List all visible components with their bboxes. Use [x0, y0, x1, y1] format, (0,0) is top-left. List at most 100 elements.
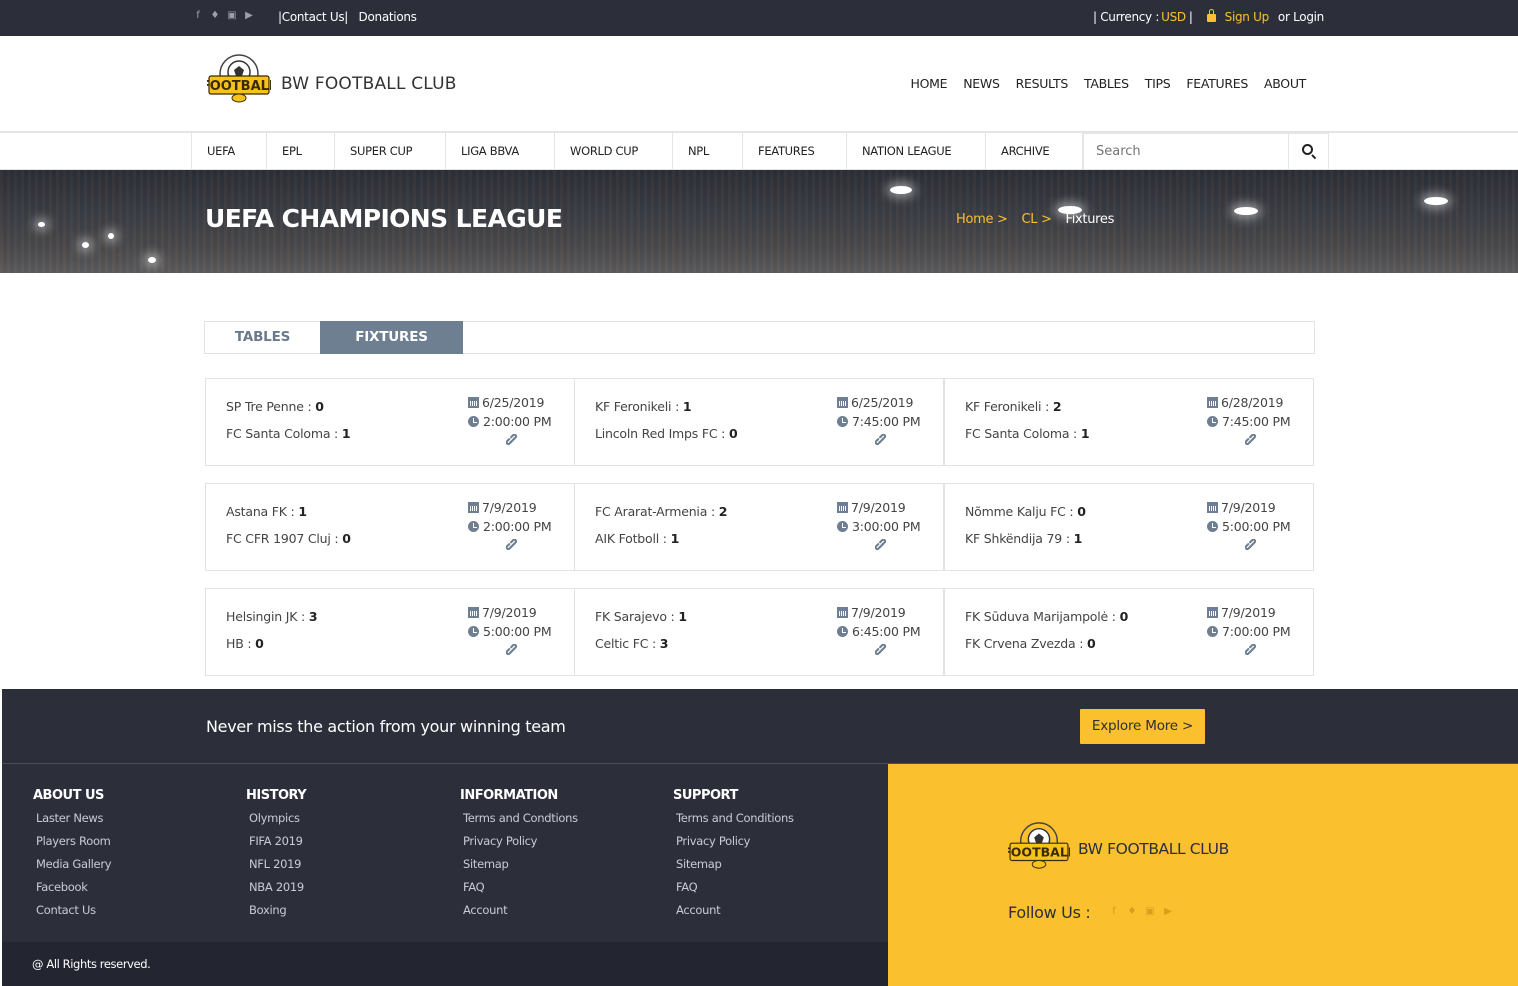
footer-link[interactable]: FAQ [673, 880, 794, 903]
nav-results[interactable]: RESULTS [1016, 76, 1069, 91]
calendar-icon [1207, 502, 1218, 513]
fixture-home: SP Tre Penne : 0 [226, 399, 350, 426]
cat-epl[interactable]: EPL [266, 133, 334, 170]
nav-about[interactable]: ABOUT [1264, 76, 1306, 91]
footer-link[interactable]: NFL 2019 [246, 857, 306, 880]
footer-link[interactable]: Privacy Policy [673, 834, 794, 857]
club-logo[interactable]: FOOTBALL [207, 52, 271, 108]
footer-link[interactable]: Privacy Policy [460, 834, 578, 857]
explore-more-button[interactable]: Explore More > [1080, 709, 1205, 744]
cat-uefa[interactable]: UEFA [191, 133, 266, 170]
footer-link[interactable]: Boxing [246, 903, 306, 926]
footer-link[interactable]: FAQ [460, 880, 578, 903]
footer-link[interactable]: Account [460, 903, 578, 926]
fixture-date: 6/25/2019 [851, 395, 914, 410]
currency-value[interactable]: USD [1161, 10, 1186, 24]
stadium-light [82, 242, 89, 248]
facebook-icon[interactable]: f [1109, 906, 1119, 917]
search-button[interactable] [1288, 134, 1328, 169]
fixture-card: SP Tre Penne : 0 FC Santa Coloma : 1 6/2… [205, 378, 575, 466]
twitter-icon[interactable]: ♦ [1127, 906, 1137, 917]
tab-tables[interactable]: TABLES [205, 321, 321, 354]
home-team: SP Tre Penne : [226, 399, 312, 414]
footer-link[interactable]: Terms and Conditions [673, 811, 794, 834]
nav-news[interactable]: NEWS [963, 76, 1000, 91]
footer-link[interactable]: Media Gallery [33, 857, 112, 880]
footer-column-history: HISTORY Olympics FIFA 2019 NFL 2019 NBA … [246, 788, 307, 926]
link-icon[interactable] [875, 539, 888, 552]
facebook-icon[interactable]: f [193, 10, 203, 21]
youtube-icon[interactable]: ▶ [244, 10, 254, 21]
fixture-away: HB : 0 [226, 636, 317, 663]
footer-link[interactable]: Contact Us [33, 903, 111, 926]
club-logo: FOOTBALL [1008, 822, 1070, 869]
clock-icon [837, 626, 848, 637]
footer-link[interactable]: FIFA 2019 [246, 834, 306, 857]
nav-features[interactable]: FEATURES [1186, 76, 1248, 91]
calendar-icon [837, 502, 848, 513]
fixture-time: 7:45:00 PM [852, 414, 921, 429]
footer-link[interactable]: Sitemap [673, 857, 794, 880]
footer-link[interactable]: Players Room [33, 834, 111, 857]
footer-link[interactable]: Laster News [33, 811, 111, 834]
search-input[interactable] [1084, 134, 1290, 169]
search-box [1083, 133, 1329, 170]
fixture-card: FK Sarajevo : 1 Celtic FC : 3 7/9/2019 6… [574, 588, 944, 676]
cat-npl[interactable]: NPL [672, 133, 742, 170]
link-icon[interactable] [506, 434, 519, 447]
link-icon[interactable] [1245, 644, 1258, 657]
follow-us-label: Follow Us : [1008, 903, 1091, 922]
footer-link[interactable]: NBA 2019 [246, 880, 306, 903]
away-score: 0 [728, 426, 738, 441]
fixture-time: 5:00:00 PM [483, 624, 552, 639]
footer-link[interactable]: Sitemap [460, 857, 578, 880]
fixture-away: FC Santa Coloma : 1 [965, 426, 1090, 453]
tab-fixtures[interactable]: FIXTURES [320, 321, 463, 354]
away-team: AIK Fotboll : [595, 531, 667, 546]
footer-link[interactable]: Account [673, 903, 794, 926]
link-icon[interactable] [506, 644, 519, 657]
login-link[interactable]: or Login [1278, 10, 1324, 24]
link-icon[interactable] [875, 644, 888, 657]
nav-tips[interactable]: TIPS [1145, 76, 1171, 91]
link-icon[interactable] [875, 434, 888, 447]
brand-name[interactable]: BW FOOTBALL CLUB [281, 74, 457, 94]
footer-link[interactable]: Olympics [246, 811, 306, 834]
link-icon[interactable] [1245, 539, 1258, 552]
away-team: FC Santa Coloma : [226, 426, 339, 441]
footer-column-support: SUPPORT Terms and Conditions Privacy Pol… [673, 788, 794, 926]
fixture-card: FK Sūduva Marijampolė : 0 FK Crvena Zvez… [944, 588, 1314, 676]
cat-nation-league[interactable]: NATION LEAGUE [846, 133, 985, 170]
nav-home[interactable]: HOME [911, 76, 948, 91]
link-icon[interactable] [1245, 434, 1258, 447]
fixture-date: 7/9/2019 [1221, 605, 1276, 620]
away-team: Lincoln Red Imps FC : [595, 426, 726, 441]
footer-link[interactable]: Facebook [33, 880, 111, 903]
fixture-date: 6/25/2019 [482, 395, 545, 410]
link-icon[interactable] [506, 539, 519, 552]
home-team: FK Sūduva Marijampolė : [965, 609, 1116, 624]
nav-tables[interactable]: TABLES [1084, 76, 1129, 91]
instagram-icon[interactable]: ▣ [227, 10, 237, 21]
contact-us-link[interactable]: |Contact Us| [278, 10, 348, 24]
signup-link[interactable]: Sign Up [1225, 10, 1270, 24]
cat-archive[interactable]: ARCHIVE [985, 133, 1083, 170]
footer-link[interactable]: Terms and Condtions [460, 811, 578, 834]
breadcrumb-home[interactable]: Home > [956, 212, 1008, 227]
search-icon [1302, 144, 1313, 155]
fixture-away: AIK Fotboll : 1 [595, 531, 727, 558]
cta-strip: Never miss the action from your winning … [2, 689, 1518, 764]
top-links: |Contact Us| Donations [278, 10, 424, 24]
instagram-icon[interactable]: ▣ [1145, 906, 1155, 917]
youtube-icon[interactable]: ▶ [1163, 906, 1173, 917]
twitter-icon[interactable]: ♦ [210, 10, 220, 21]
cat-super-cup[interactable]: SUPER CUP [334, 133, 445, 170]
fixture-home: KF Feronikeli : 2 [965, 399, 1089, 426]
cat-liga-bbva[interactable]: LIGA BBVA [445, 133, 554, 170]
cat-world-cup[interactable]: WORLD CUP [554, 133, 672, 170]
donations-link[interactable]: Donations [359, 10, 417, 24]
breadcrumb-cl[interactable]: CL > [1021, 212, 1051, 227]
cat-features[interactable]: FEATURES [742, 133, 846, 170]
away-score: 0 [342, 531, 351, 546]
clock-icon [1207, 521, 1218, 532]
